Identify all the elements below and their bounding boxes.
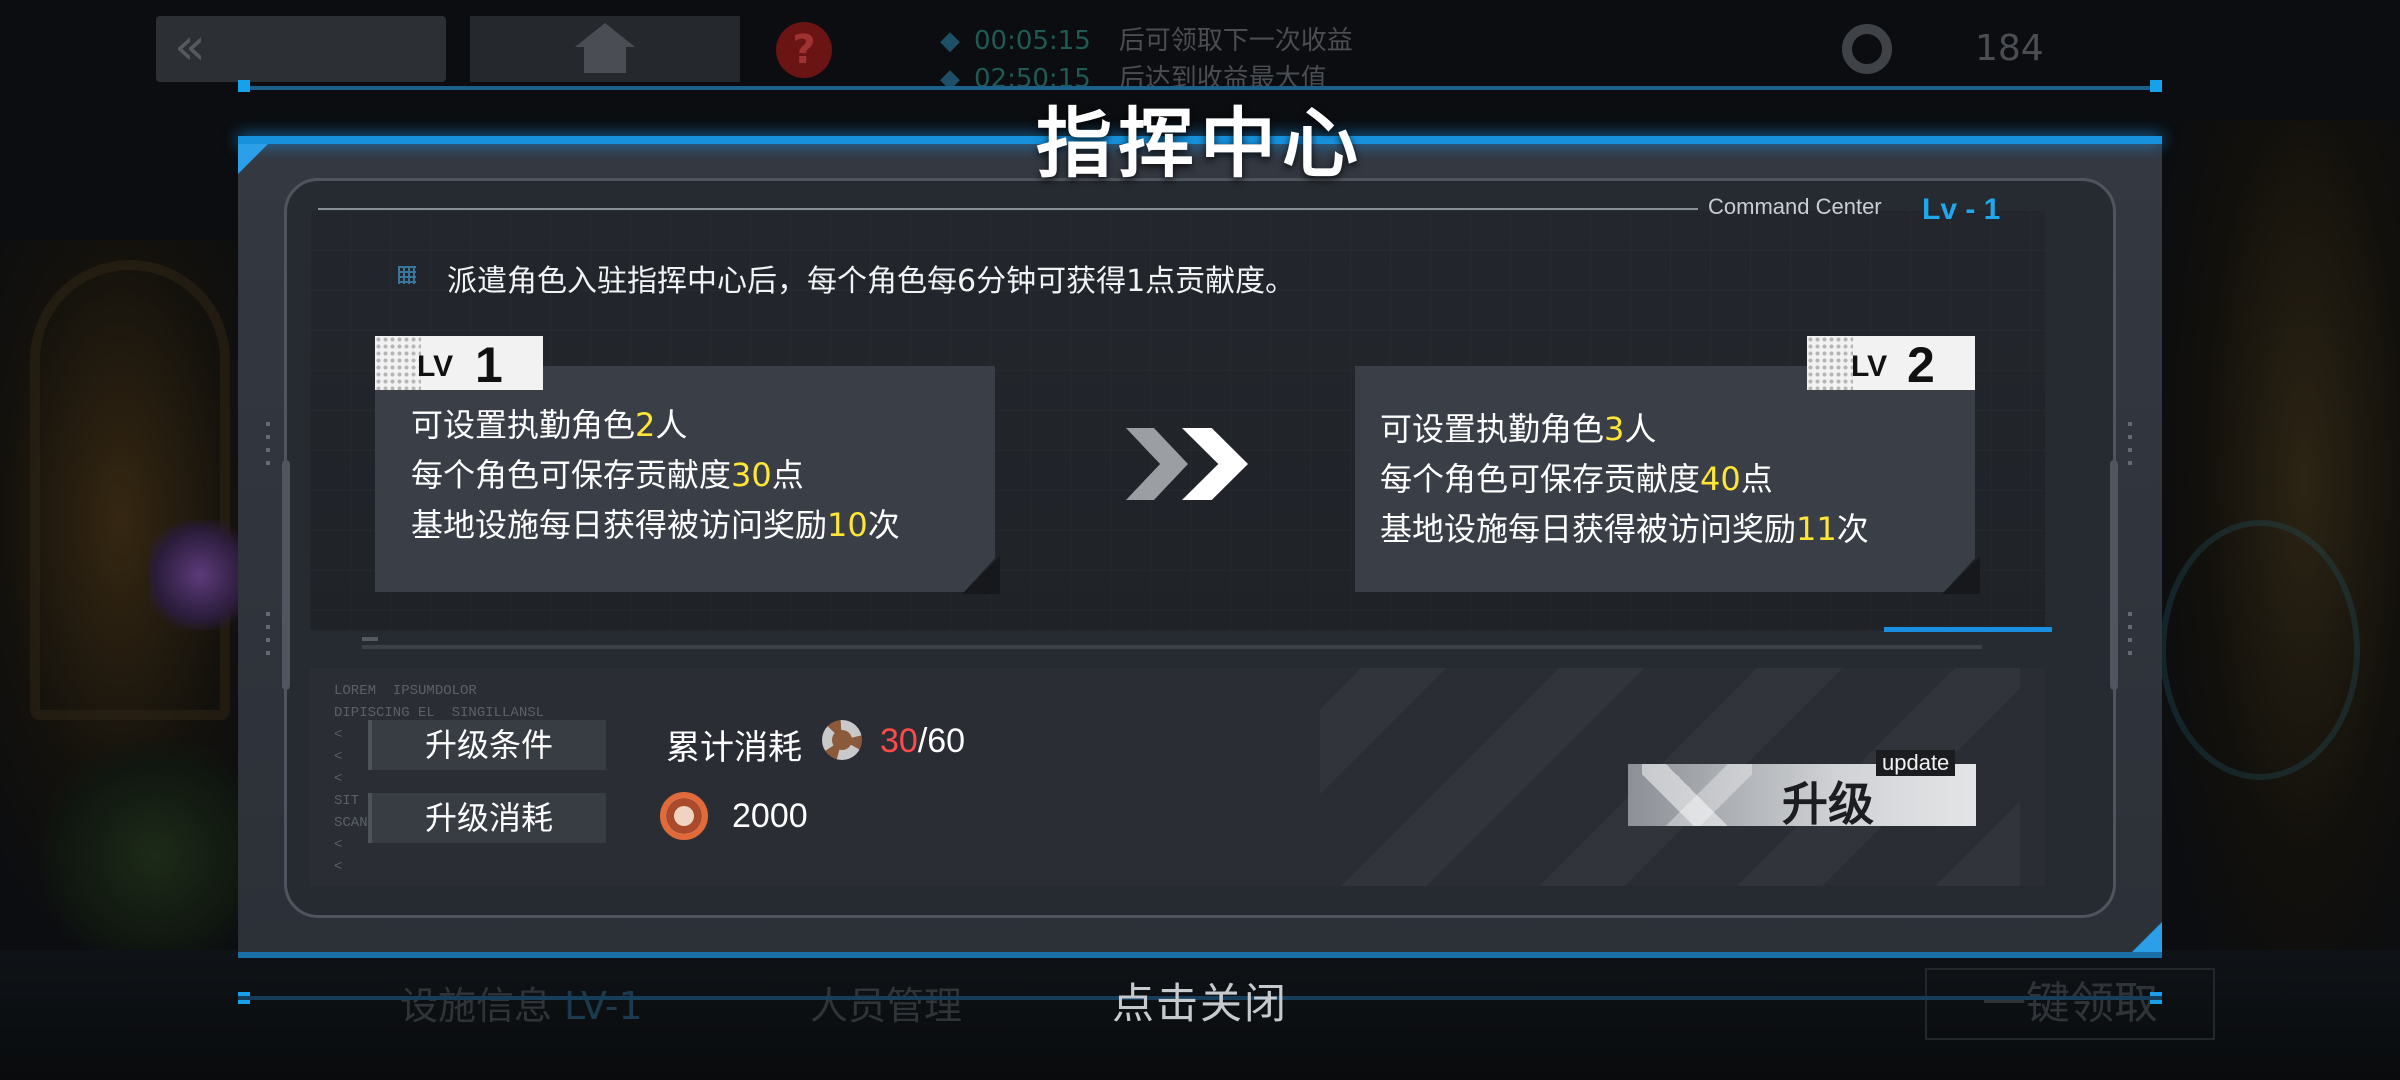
currency-count: 184 [1975,28,2044,69]
modal-title: 指挥中心 [1036,99,1364,188]
english-subtitle: Command Center [1708,194,1882,219]
panel-bottom-border [238,952,2162,958]
requirement-label: 升级条件 [368,720,606,770]
header-line [318,208,1698,210]
cost-label: 升级消耗 [368,793,606,843]
divider-accent [362,637,378,641]
level-stat-line: 基地设施每日获得被访问奖励10次 [411,506,900,544]
level-tag: LV 2 [1807,336,1975,393]
facility-description: 派遣角色入驻指挥中心后，每个角色每6分钟可获得1点贡献度。 [447,264,1296,299]
decorative-text: LOREM IPSUMDOLOR DIPISCING EL SINGILLANS… [334,683,545,875]
coin-icon [660,792,708,840]
side-dots [2128,422,2134,474]
update-tag: update [1876,750,1956,776]
gear-icon [822,720,862,760]
current-level-label: Lv - 1 [1922,193,2001,226]
cost-value: 2000 [732,797,808,835]
timer-row: ◆ 00:05:15 后可领取下一次收益 [940,26,1353,56]
home-icon [570,23,640,75]
top-hud: « ? ◆ 00:05:15 后可领取下一次收益 ◆ 02:50:15 后达到收益最大值… [0,0,2400,94]
dot-pattern [375,336,421,390]
level-stat-line: 可设置执勤角色2人 [411,406,688,444]
side-handle [282,460,290,690]
close-hint[interactable]: 点击关闭 [0,970,2400,1031]
background-arch [30,260,230,720]
side-dots [2128,612,2134,664]
diamond-pattern [1642,764,1752,826]
side-handle [2110,460,2118,690]
upgrade-button-label: 升级 [1782,777,1874,831]
side-dots [266,422,272,474]
back-button[interactable]: « [156,16,446,82]
background-ring [2160,520,2360,780]
section-divider-accent [1884,627,2052,632]
section-divider [362,645,1982,649]
requirement-text: 累计消耗 [666,728,802,768]
requirement-progress: 30/60 [880,722,966,760]
level-stat-line: 可设置执勤角色3人 [1380,410,1657,448]
home-button[interactable] [470,16,740,82]
grid-bullet-icon [398,266,416,284]
level-stat-line: 每个角色可保存贡献度40点 [1380,460,1773,498]
background-character [150,520,250,630]
background-plant [40,740,270,970]
level-stat-line: 每个角色可保存贡献度30点 [411,456,804,494]
help-button[interactable]: ? [776,22,832,78]
side-dots [266,612,272,664]
level-stat-line: 基地设施每日获得被访问奖励11次 [1380,510,1869,548]
gear-currency-icon [1842,24,1892,74]
level-tag: LV 1 [375,336,543,393]
dot-pattern [1807,336,1853,390]
corner-accent [2132,922,2162,952]
